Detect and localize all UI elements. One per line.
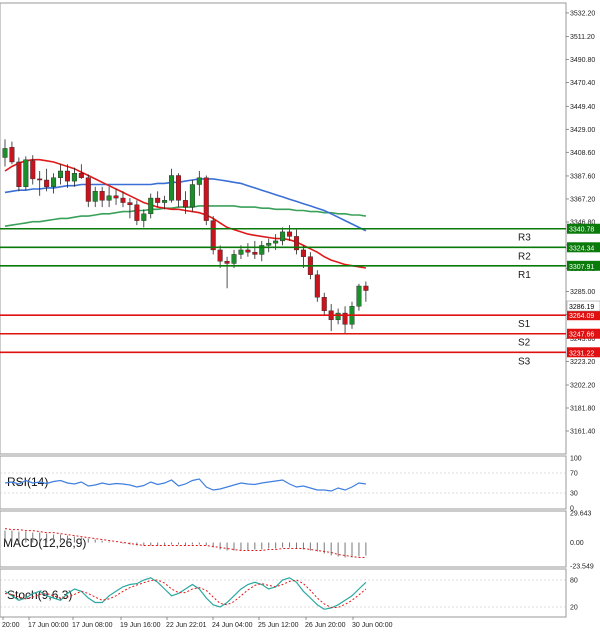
time-tick-label: 19 Jun 16:00 <box>120 622 161 629</box>
price-tick-label: 3181.80 <box>570 405 595 412</box>
chart-frame <box>0 0 600 634</box>
level-name-s1: S1 <box>518 319 531 330</box>
candle-body <box>30 160 36 180</box>
level-value-r2: 3324.34 <box>569 245 594 252</box>
price-tick-label: 3470.40 <box>570 80 595 87</box>
price-tick-label: 3202.20 <box>570 382 595 389</box>
rsi-tick-label: 70 <box>570 471 578 478</box>
candle-body <box>127 202 133 206</box>
level-value-s3: 3231.22 <box>569 350 594 357</box>
candle-body <box>363 285 369 291</box>
candle-body <box>266 242 272 246</box>
time-tick-label: 17 Jun 00:00 <box>28 622 69 629</box>
level-value-s2: 3247.66 <box>569 332 594 339</box>
candle-body <box>9 147 15 163</box>
candle-body <box>217 249 223 262</box>
level-value-r1: 3307.91 <box>569 264 594 271</box>
level-name-r2: R2 <box>518 251 531 262</box>
price-tick-label: 3511.20 <box>570 34 595 41</box>
candle-body <box>23 159 29 187</box>
level-value-r3: 3340.78 <box>569 227 594 234</box>
candle-body <box>238 249 244 255</box>
price-tick-label: 3490.80 <box>570 57 595 64</box>
candle-body <box>321 297 327 312</box>
candle-body <box>273 240 279 244</box>
candle-body <box>85 177 91 202</box>
level-name-s3: S3 <box>518 356 531 367</box>
time-tick-label: 24 Jun 04:00 <box>212 622 253 629</box>
candle-body <box>196 177 202 185</box>
macd-tick-label: 0.00 <box>570 540 584 547</box>
candle-body <box>162 200 168 203</box>
current-price-label: 3286.19 <box>569 304 594 311</box>
price-tick-label: 3161.40 <box>570 428 595 435</box>
candle-body <box>203 177 209 221</box>
price-tick-label: 3449.40 <box>570 104 595 111</box>
rsi-tick-label: 30 <box>570 491 578 498</box>
price-tick-label: 3387.60 <box>570 173 595 180</box>
candle-body <box>182 200 188 208</box>
candle-body <box>252 251 258 255</box>
candle-body <box>113 195 119 199</box>
macd-tick-label: -23.549 <box>570 564 594 571</box>
candle-body <box>99 191 105 201</box>
price-tick-label: 3367.20 <box>570 196 595 203</box>
candle-body <box>51 177 57 187</box>
current-price-marker: 3286.19 <box>566 300 600 312</box>
candle-body <box>16 161 22 187</box>
candle-body <box>169 175 175 201</box>
candle-body <box>106 195 112 201</box>
price-tick-label: 3223.20 <box>570 359 595 366</box>
level-name-r3: R3 <box>518 233 531 244</box>
price-tick-label: 3532.20 <box>570 10 595 17</box>
stoch-label: Stoch(9,6,3) <box>7 588 72 602</box>
candle-body <box>245 249 251 253</box>
time-tick-label: 17 Jun 08:00 <box>72 622 113 629</box>
price-tick-label: 3285.00 <box>570 289 595 296</box>
candle-body <box>141 213 147 221</box>
rsi-tick-label: 100 <box>570 456 582 463</box>
candle-body <box>287 231 293 237</box>
candle-body <box>78 173 84 178</box>
candle-body <box>64 170 70 182</box>
candle-body <box>58 170 64 178</box>
level-name-s2: S2 <box>518 338 531 349</box>
candle-body <box>71 173 77 182</box>
macd-label: MACD(12,26,9) <box>3 536 86 550</box>
candle-body <box>189 184 195 208</box>
stoch-tick-label: 80 <box>570 578 578 585</box>
candle-body <box>231 254 237 264</box>
macd-tick-label: 29.643 <box>570 511 592 518</box>
candle-body <box>314 274 320 298</box>
time-tick-label: 26 Jun 20:00 <box>305 622 346 629</box>
candle-body <box>300 249 306 257</box>
candle-body <box>148 197 154 215</box>
candle-body <box>155 197 161 203</box>
level-name-r1: R1 <box>518 270 531 281</box>
candle-body <box>224 260 230 264</box>
trading-chart: 3532.20 3511.20 3490.80 3470.40 3449.40 3429.… <box>0 0 600 634</box>
candle-body <box>134 204 140 221</box>
candle-body <box>92 191 98 202</box>
candle-body <box>335 312 341 321</box>
candle-body <box>2 148 8 158</box>
candle-body <box>356 285 362 307</box>
candle-body <box>210 220 216 251</box>
candle-body <box>175 175 181 201</box>
candle-body <box>44 179 50 187</box>
level-value-s1: 3264.09 <box>569 313 594 320</box>
stoch-tick-label: 20 <box>570 605 578 612</box>
price-tick-label: 3429.00 <box>570 127 595 134</box>
time-tick-label: 30 Jun 00:00 <box>352 622 393 629</box>
price-tick-label: 3408.60 <box>570 150 595 157</box>
time-tick-label: 22 Jun 22:01 <box>166 622 207 629</box>
time-tick-label: 25 Jun 12:00 <box>258 622 299 629</box>
candle-body <box>120 197 126 203</box>
candle-body <box>280 231 286 242</box>
candle-body <box>37 178 43 181</box>
time-tick-label: 20:00 <box>2 622 20 629</box>
